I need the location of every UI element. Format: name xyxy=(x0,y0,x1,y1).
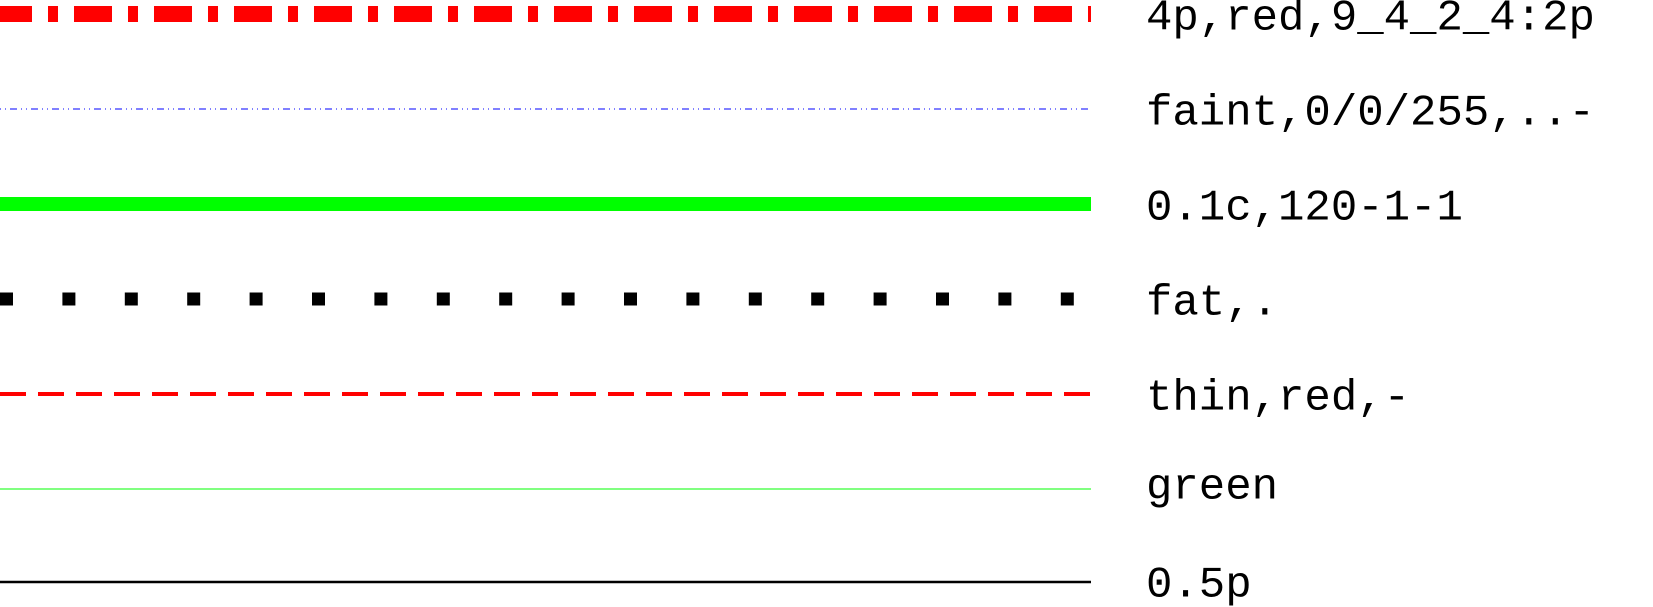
pen-label-0.5p-black-solid: 0.5p xyxy=(1146,561,1252,607)
pen-label-fat-black-dotted: fat,. xyxy=(1146,279,1278,329)
pen-label-faint-blue-dotdash: faint,0/0/255,..- xyxy=(1146,89,1595,139)
pen-label-4p-red-dashdot: 4p,red,9_4_2_4:2p xyxy=(1146,0,1595,44)
pen-label-0.1c-green-solid: 0.1c,120-1-1 xyxy=(1146,184,1463,234)
pen-label-thin-red-dashed: thin,red,- xyxy=(1146,374,1410,424)
pen-label-green-solid: green xyxy=(1146,463,1278,513)
pen-style-diagram: 4p,red,9_4_2_4:2p faint,0/0/255,..- 0.1c… xyxy=(0,0,1595,607)
